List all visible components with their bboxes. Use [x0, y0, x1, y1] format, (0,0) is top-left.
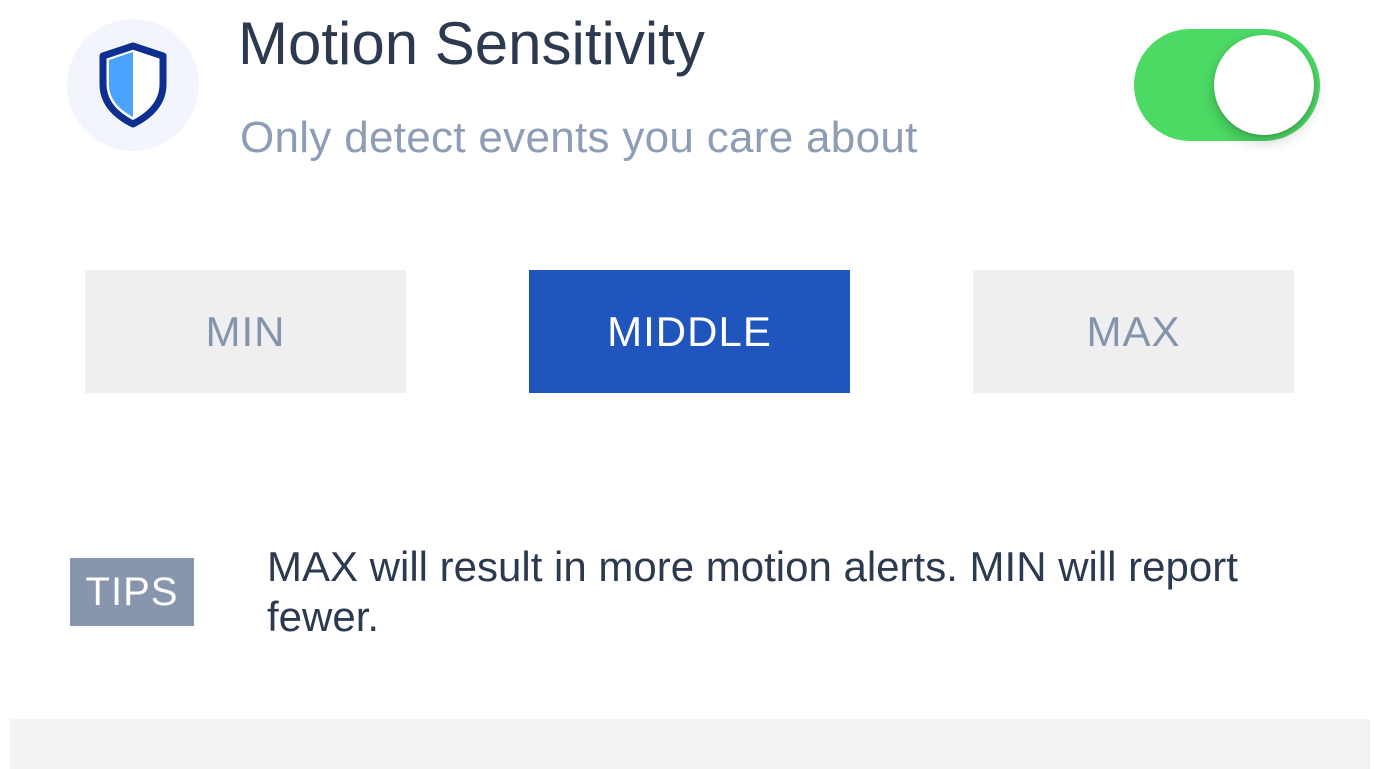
sensitivity-middle-button[interactable]: MIDDLE: [529, 270, 850, 393]
setting-subtitle: Only detect events you care about: [240, 113, 918, 162]
motion-sensitivity-toggle[interactable]: [1134, 29, 1320, 141]
tips-text: MAX will result in more motion alerts. M…: [267, 543, 1238, 640]
shield-icon: [99, 42, 167, 128]
toggle-knob[interactable]: [1214, 35, 1314, 135]
setting-title: Motion Sensitivity: [238, 10, 705, 77]
shield-icon-container: [67, 19, 199, 151]
sensitivity-min-button[interactable]: MIN: [85, 270, 406, 393]
sensitivity-max-button[interactable]: MAX: [973, 270, 1294, 393]
tips-badge: TIPS: [70, 558, 194, 626]
bottom-section-divider: [10, 719, 1370, 769]
